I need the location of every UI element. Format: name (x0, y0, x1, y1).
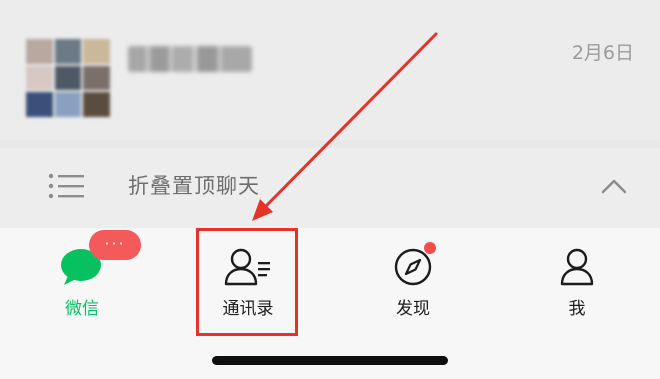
tab-me-label: 我 (568, 299, 586, 319)
wechat-screen: 2月6日 折叠置顶聊天 微信 ··· 通讯录 发现 我 (0, 0, 660, 379)
tab-discover-label: 发现 (396, 299, 430, 319)
folded-pinned-label: 折叠置顶聊天 (128, 174, 260, 198)
divider (0, 140, 660, 148)
home-indicator (212, 356, 448, 365)
chat-time: 2月6日 (571, 42, 634, 64)
tab-chats-label: 微信 (65, 299, 99, 319)
chat-name-blurred (128, 46, 252, 72)
person-icon (560, 248, 594, 286)
unread-badge: ··· (89, 230, 141, 260)
list-icon (48, 173, 84, 199)
group-avatar (26, 39, 110, 117)
chat-list-item-group[interactable]: 2月6日 (0, 0, 660, 140)
notification-dot (424, 242, 436, 254)
folded-pinned-chats-row[interactable] (0, 148, 660, 228)
chevron-up-icon[interactable] (600, 176, 628, 196)
annotation-highlight-box (196, 228, 298, 336)
